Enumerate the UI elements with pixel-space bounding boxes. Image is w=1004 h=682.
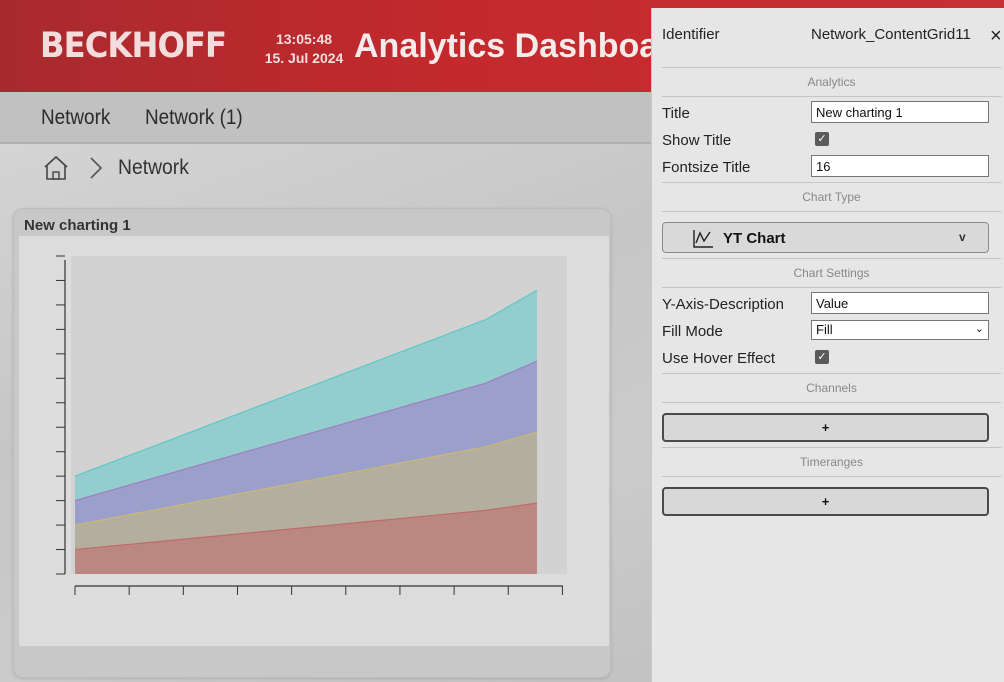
title-input[interactable] <box>811 101 989 123</box>
identifier-value: Network_ContentGrid11 <box>811 26 971 43</box>
chart-card: New charting 1 <box>13 208 611 678</box>
section-chart-settings: Chart Settings <box>662 258 1001 288</box>
chevron-down-icon: ⌄ <box>974 323 984 335</box>
yt-chart[interactable] <box>19 236 609 646</box>
hover-checkbox[interactable]: ✓ <box>815 350 829 364</box>
add-timerange-button[interactable]: + <box>662 487 989 516</box>
breadcrumb: Network <box>42 152 195 184</box>
title-label: Title <box>662 105 690 122</box>
chart-type-dropdown[interactable]: YT Chart v <box>662 222 989 253</box>
fill-mode-label: Fill Mode <box>662 323 723 340</box>
nav-bar: Network Network (1) <box>0 92 652 144</box>
clock-time: 13:05:48 <box>275 31 333 47</box>
hover-label: Use Hover Effect <box>662 350 776 367</box>
chevron-right-icon <box>90 157 103 179</box>
section-chart-type: Chart Type <box>662 182 1001 212</box>
identifier-label: Identifier <box>662 26 720 43</box>
section-channels: Channels <box>662 373 1001 403</box>
show-title-checkbox[interactable]: ✓ <box>815 132 829 146</box>
clock: 13:05:48 15. Jul 2024 <box>262 30 346 68</box>
beckhoff-logo: BECKHOFF <box>40 26 227 66</box>
section-analytics: Analytics <box>662 67 1001 97</box>
fontsize-input[interactable] <box>811 155 989 177</box>
chart-card-title: New charting 1 <box>24 217 131 234</box>
line-chart-icon <box>693 230 713 248</box>
y-axis-input[interactable] <box>811 292 989 314</box>
fill-mode-value: Fill <box>816 322 833 337</box>
add-channel-button[interactable]: + <box>662 413 989 442</box>
close-icon[interactable]: × <box>990 26 1002 46</box>
properties-panel: Identifier Network_ContentGrid11 × Analy… <box>651 8 1004 682</box>
fill-mode-select[interactable]: Fill ⌄ <box>811 320 989 340</box>
home-icon[interactable] <box>42 154 70 182</box>
section-timeranges: Timeranges <box>662 447 1001 477</box>
chart-area <box>19 236 609 646</box>
nav-item-network-1[interactable]: Network (1) <box>145 106 243 130</box>
clock-date: 15. Jul 2024 <box>264 50 344 66</box>
y-axis-label: Y-Axis-Description <box>662 296 784 313</box>
app-title: Analytics Dashboa <box>354 27 659 65</box>
show-title-label: Show Title <box>662 132 732 149</box>
chart-type-label: YT Chart <box>723 230 786 247</box>
fontsize-label: Fontsize Title <box>662 159 751 176</box>
breadcrumb-current[interactable]: Network <box>118 156 189 180</box>
nav-item-network[interactable]: Network <box>41 106 110 130</box>
chevron-down-icon: v <box>959 230 966 244</box>
